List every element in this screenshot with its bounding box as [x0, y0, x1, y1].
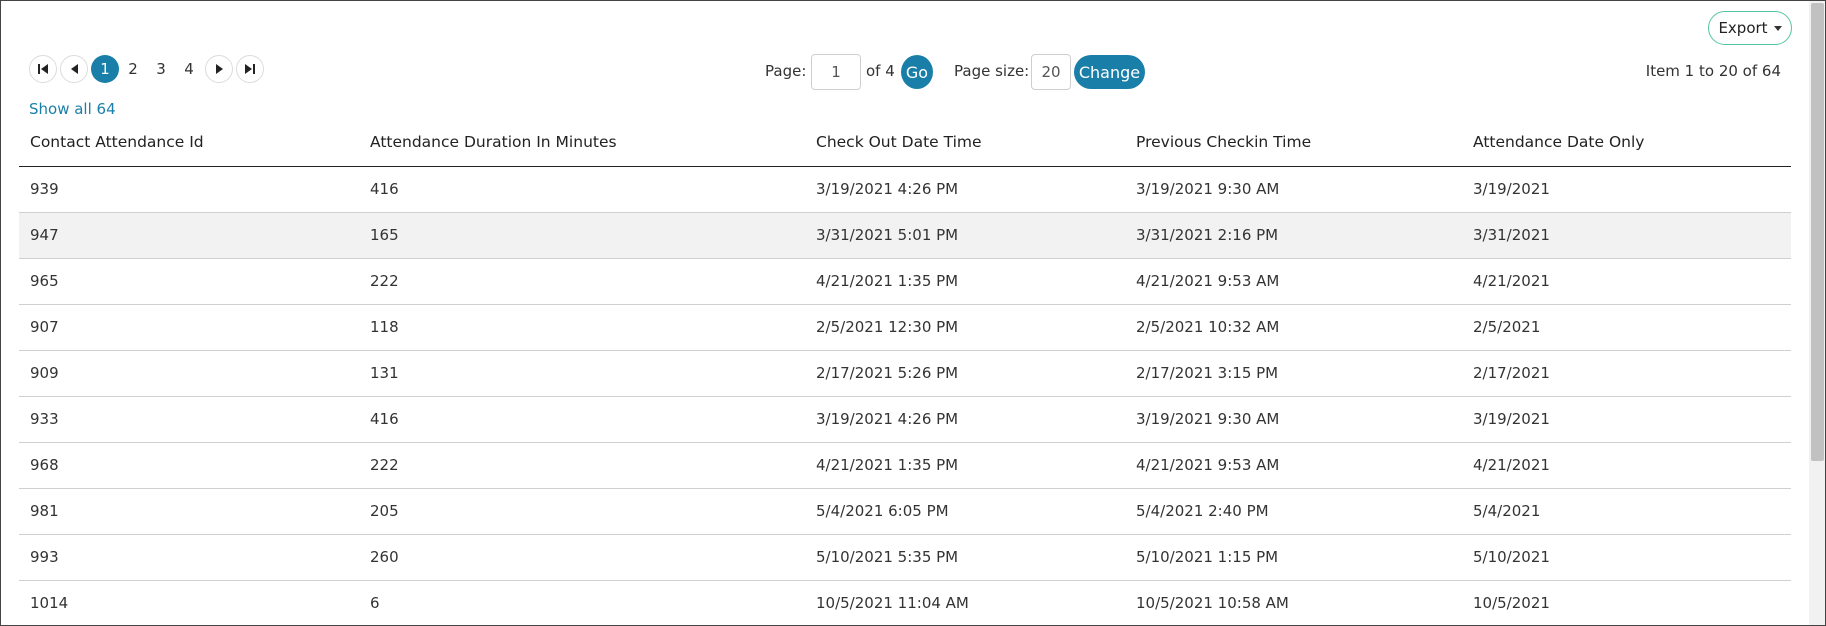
table-cell: 3/19/2021 9:30 AM: [1125, 396, 1462, 443]
first-page-icon: [38, 64, 48, 74]
table-cell: 4/21/2021 9:53 AM: [1125, 442, 1462, 489]
table-cell: 1014: [19, 580, 359, 625]
caret-down-icon: [1773, 25, 1782, 31]
column-header-check-out-date-time[interactable]: Check Out Date Time: [805, 119, 1125, 167]
table-cell: 3/19/2021 9:30 AM: [1125, 166, 1462, 213]
attendance-table: Contact Attendance Id Attendance Duratio…: [19, 119, 1791, 625]
table-cell: 2/17/2021 5:26 PM: [805, 350, 1125, 397]
table-body: 939 416 3/19/2021 4:26 PM 3/19/2021 9:30 AM…: [19, 166, 1791, 625]
table-cell: 5/10/2021: [1462, 534, 1791, 581]
table-cell: 933: [19, 396, 359, 443]
table-cell: 416: [359, 396, 805, 443]
table-cell: 3/19/2021 4:26 PM: [805, 396, 1125, 443]
table-cell: 6: [359, 580, 805, 625]
first-page-button[interactable]: [29, 55, 57, 83]
last-page-icon: [245, 64, 255, 74]
table-row[interactable]: 933 416 3/19/2021 4:26 PM 3/19/2021 9:30 AM…: [19, 396, 1791, 443]
table-cell: 10/5/2021 11:04 AM: [805, 580, 1125, 625]
table-row[interactable]: 1014 6 10/5/2021 11:04 AM 10/5/2021 10:58 A…: [19, 580, 1791, 625]
page-size-input[interactable]: [1031, 54, 1071, 90]
table-row[interactable]: 965 222 4/21/2021 1:35 PM 4/21/2021 9:53 AM…: [19, 258, 1791, 305]
table-row[interactable]: 907 118 2/5/2021 12:30 PM 2/5/2021 10:32 AM…: [19, 304, 1791, 351]
page-link-1[interactable]: 1: [91, 55, 119, 83]
table-cell: 165: [359, 212, 805, 259]
show-all-link[interactable]: Show all 64: [29, 100, 116, 118]
table-cell: 10/5/2021 10:58 AM: [1125, 580, 1462, 625]
table-cell: 947: [19, 212, 359, 259]
column-header-previous-checkin-time[interactable]: Previous Checkin Time: [1125, 119, 1462, 167]
table-cell: 131: [359, 350, 805, 397]
table-row[interactable]: 993 260 5/10/2021 5:35 PM 5/10/2021 1:15 PM…: [19, 534, 1791, 581]
table-cell: 5/4/2021 2:40 PM: [1125, 488, 1462, 535]
table-row[interactable]: 939 416 3/19/2021 4:26 PM 3/19/2021 9:30 AM…: [19, 166, 1791, 213]
table-cell: 939: [19, 166, 359, 213]
grid-view-panel: Export 1 2 3 4 Show all 64 Page: of 4 Go…: [0, 0, 1826, 626]
table-cell: 909: [19, 350, 359, 397]
table-cell: 222: [359, 258, 805, 305]
page-label: Page:: [765, 62, 807, 80]
table-cell: 416: [359, 166, 805, 213]
table-cell: 4/21/2021: [1462, 442, 1791, 489]
table-header-row: Contact Attendance Id Attendance Duratio…: [19, 119, 1791, 167]
table-cell: 981: [19, 488, 359, 535]
table-cell: 260: [359, 534, 805, 581]
scrollbar-thumb[interactable]: [1811, 3, 1824, 461]
table-cell: 3/31/2021 2:16 PM: [1125, 212, 1462, 259]
table-cell: 3/19/2021 4:26 PM: [805, 166, 1125, 213]
table-cell: 222: [359, 442, 805, 489]
table-cell: 993: [19, 534, 359, 581]
table-cell: 3/19/2021: [1462, 166, 1791, 213]
items-range-info: Item 1 to 20 of 64: [1645, 62, 1781, 80]
table-cell: 4/21/2021 9:53 AM: [1125, 258, 1462, 305]
change-button[interactable]: Change: [1074, 55, 1145, 89]
table-cell: 2/5/2021: [1462, 304, 1791, 351]
table-row[interactable]: 909 131 2/17/2021 5:26 PM 2/17/2021 3:15 PM…: [19, 350, 1791, 397]
next-page-icon: [215, 64, 223, 74]
table-cell: 2/5/2021 10:32 AM: [1125, 304, 1462, 351]
previous-page-button[interactable]: [60, 55, 88, 83]
table-cell: 205: [359, 488, 805, 535]
table-cell: 968: [19, 442, 359, 489]
table-row[interactable]: 981 205 5/4/2021 6:05 PM 5/4/2021 2:40 PM 5/…: [19, 488, 1791, 535]
table-cell: 5/4/2021: [1462, 488, 1791, 535]
export-button[interactable]: Export: [1708, 11, 1792, 45]
last-page-button[interactable]: [236, 55, 264, 83]
column-header-contact-attendance-id[interactable]: Contact Attendance Id: [19, 119, 359, 167]
page-link-3[interactable]: 3: [147, 55, 175, 83]
table-row[interactable]: 947 165 3/31/2021 5:01 PM 3/31/2021 2:16 PM…: [19, 212, 1791, 259]
next-page-button[interactable]: [205, 55, 233, 83]
table-cell: 4/21/2021 1:35 PM: [805, 442, 1125, 489]
page-size-label: Page size:: [954, 62, 1030, 80]
previous-page-icon: [70, 64, 78, 74]
page-link-2[interactable]: 2: [119, 55, 147, 83]
table-cell: 2/17/2021 3:15 PM: [1125, 350, 1462, 397]
table-cell: 5/10/2021 1:15 PM: [1125, 534, 1462, 581]
table-cell: 4/21/2021 1:35 PM: [805, 258, 1125, 305]
table-row[interactable]: 968 222 4/21/2021 1:35 PM 4/21/2021 9:53 AM…: [19, 442, 1791, 489]
page-number-input[interactable]: [811, 54, 861, 90]
table-cell: 3/31/2021: [1462, 212, 1791, 259]
table-cell: 4/21/2021: [1462, 258, 1791, 305]
table-cell: 10/5/2021: [1462, 580, 1791, 625]
export-label: Export: [1718, 19, 1768, 37]
table-cell: 3/19/2021: [1462, 396, 1791, 443]
table-cell: 2/5/2021 12:30 PM: [805, 304, 1125, 351]
page-count-label: of 4: [866, 62, 895, 80]
table-cell: 2/17/2021: [1462, 350, 1791, 397]
column-header-attendance-date-only[interactable]: Attendance Date Only: [1462, 119, 1791, 167]
page-link-4[interactable]: 4: [175, 55, 203, 83]
table-cell: 965: [19, 258, 359, 305]
column-header-attendance-duration[interactable]: Attendance Duration In Minutes: [359, 119, 805, 167]
table-cell: 907: [19, 304, 359, 351]
table-cell: 5/4/2021 6:05 PM: [805, 488, 1125, 535]
table-cell: 118: [359, 304, 805, 351]
table-cell: 3/31/2021 5:01 PM: [805, 212, 1125, 259]
table-cell: 5/10/2021 5:35 PM: [805, 534, 1125, 581]
go-button[interactable]: Go: [901, 55, 933, 89]
